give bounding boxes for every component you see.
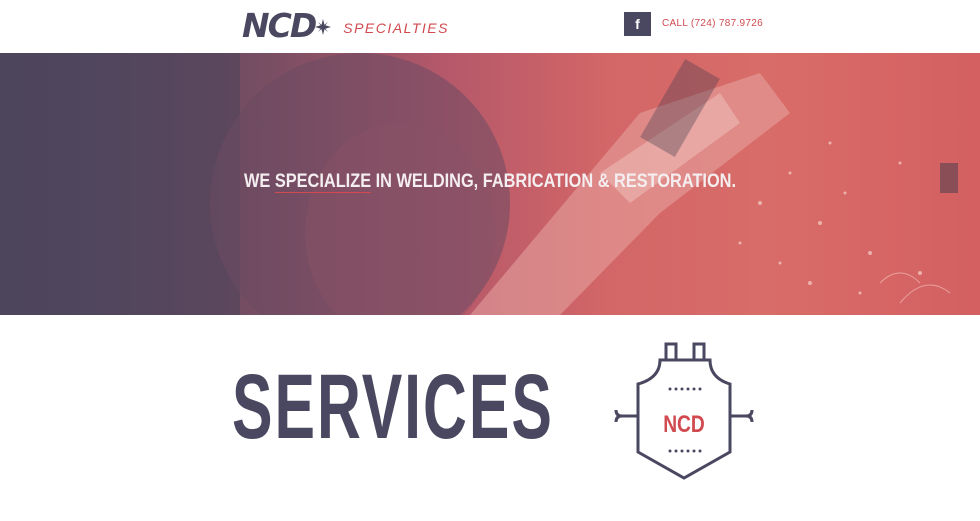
facebook-icon: f [635, 16, 640, 32]
services-heading: SERVICES [232, 356, 554, 458]
logo[interactable]: NCD SPECIALTIES [242, 8, 449, 44]
tagline-part: WE [243, 171, 275, 192]
facebook-button[interactable]: f [624, 12, 651, 36]
star-icon [315, 19, 332, 35]
apron-icon: NCD [614, 342, 754, 480]
site-header: NCD SPECIALTIES f CALL (724) 787.9726 [0, 0, 980, 53]
apron-badge-text: NCD [663, 410, 705, 438]
tagline-highlight: SPECIALIZE [274, 171, 372, 192]
call-link[interactable]: CALL (724) 787.9726 [662, 18, 763, 29]
hero-tagline: WE SPECIALIZE IN WELDING, FABRICATION & … [69, 171, 912, 193]
logo-mark: NCD [242, 6, 317, 45]
hero-banner: WE SPECIALIZE IN WELDING, FABRICATION & … [0, 53, 980, 315]
logo-subtitle: SPECIALTIES [343, 20, 449, 36]
tagline-part: IN WELDING, FABRICATION & RESTORATION. [371, 171, 737, 192]
